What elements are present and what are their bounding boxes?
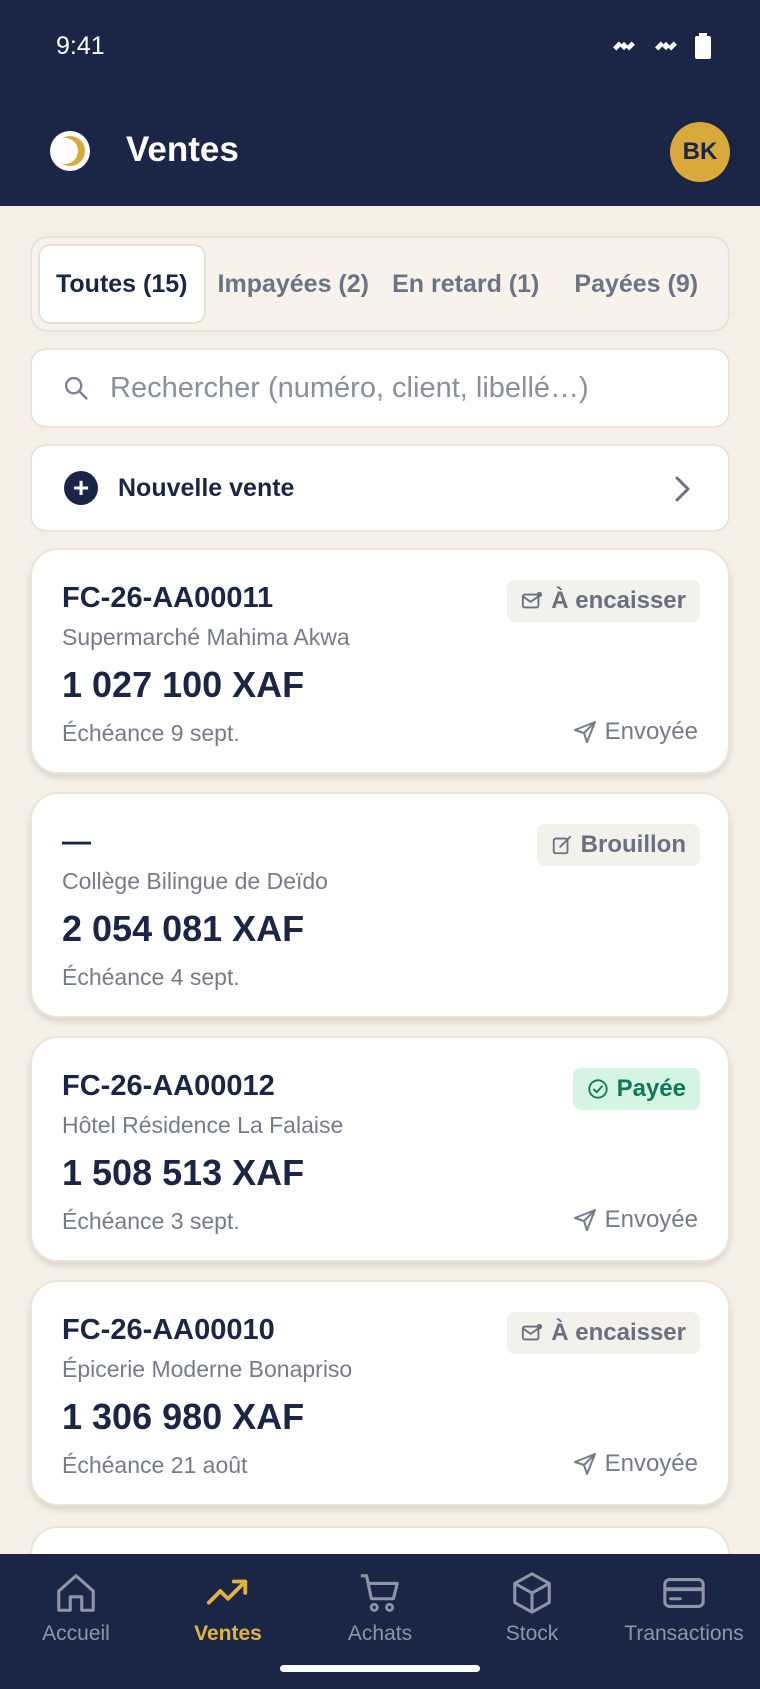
chevron-right-icon [675,476,690,502]
sent-label: Envoyée [604,1450,698,1477]
send-icon [573,721,596,743]
client-name: Épicerie Moderne Bonapriso [62,1356,353,1382]
invoice-amount: 1 306 980 XAF [62,1396,305,1437]
due-date: Échéance 4 sept. [62,964,240,990]
invoice-amount: 1 027 100 XAF [62,664,305,705]
nav-label: Ventes [194,1622,262,1645]
status-icons [610,32,712,60]
satellite-icon [613,41,635,51]
cart-icon [360,1574,399,1612]
status-badge: Brouillon [536,824,700,866]
invoice-amount: 2 054 081 XAF [62,908,305,949]
sent-label: Envoyée [604,1206,698,1233]
battery-icon [695,33,711,59]
sent-label: Envoyée [604,718,698,745]
invoice-card[interactable]: FC-26-AA00010 À encaisser Épicerie Moder… [30,1280,730,1506]
due-date: Échéance 9 sept. [62,720,240,746]
home-indicator[interactable] [280,1665,480,1672]
nav-label: Accueil [42,1622,110,1645]
mail-pending-icon [522,1323,543,1341]
search-input[interactable] [110,371,710,405]
invoice-number: FC-26-AA00010 [62,1314,275,1346]
status-label: À encaisser [551,587,686,614]
status-label: Payée [616,1075,686,1102]
tab-paid[interactable]: Payées (9) [551,244,723,324]
page-title: Ventes [126,130,239,169]
nav-label: Stock [505,1622,559,1645]
invoice-amount: 1 508 513 XAF [62,1152,305,1193]
new-sale-label: Nouvelle vente [118,473,295,502]
search-bar [30,348,730,428]
sent-status: Envoyée [573,718,698,746]
tab-unpaid[interactable]: Impayées (2) [206,244,381,324]
sent-status: Envoyée [573,1206,698,1234]
trending-up-icon [206,1579,248,1605]
card-icon [663,1578,705,1608]
status-time: 9:41 [56,32,105,60]
nav-item-transactions[interactable]: Transactions [608,1554,760,1689]
mail-pending-icon [522,591,543,609]
client-name: Supermarché Mahima Akwa [62,624,350,650]
status-badge: À encaisser [507,1312,700,1354]
invoice-number: FC-26-AA00011 [62,582,274,614]
new-sale-button[interactable]: + Nouvelle vente [30,444,730,532]
invoice-number: — [62,826,91,858]
tab-overdue[interactable]: En retard (1) [381,244,551,324]
check-circle-icon [587,1079,608,1099]
nav-label: Transactions [624,1622,744,1645]
plus-icon: + [64,471,98,505]
satellite-icon [655,41,677,51]
status-badge: Payée [572,1068,700,1110]
invoice-card[interactable]: FC-26-AA00011 À encaisser Supermarché Ma… [30,548,730,774]
filter-tabs: Toutes (15) Impayées (2) En retard (1) P… [30,236,730,332]
logo-icon [50,131,90,171]
search-icon [64,376,88,400]
nav-item-home[interactable]: Accueil [0,1554,152,1689]
home-icon [57,1574,95,1612]
box-icon [513,1572,551,1614]
avatar[interactable]: BK [670,122,730,182]
invoice-card[interactable]: FC-26-AA00012 Payée Hôtel Résidence La F… [30,1036,730,1262]
client-name: Collège Bilingue de Deïdo [62,868,328,894]
tab-all[interactable]: Toutes (15) [38,244,206,324]
nav-label: Achats [347,1622,413,1645]
send-icon [573,1209,596,1231]
status-badge: À encaisser [507,580,700,622]
status-label: À encaisser [551,1319,686,1346]
send-icon [573,1453,596,1475]
app-header: 9:41 Ventes BK [0,0,760,206]
invoice-card[interactable]: — Brouillon Collège Bilingue de Deïdo 2 … [30,792,730,1018]
due-date: Échéance 3 sept. [62,1208,240,1234]
sent-status: Envoyée [573,1450,698,1478]
invoice-number: FC-26-AA00012 [62,1070,275,1102]
client-name: Hôtel Résidence La Falaise [62,1112,344,1138]
due-date: Échéance 21 août [62,1452,248,1478]
edit-icon [552,835,571,855]
status-label: Brouillon [580,831,686,858]
